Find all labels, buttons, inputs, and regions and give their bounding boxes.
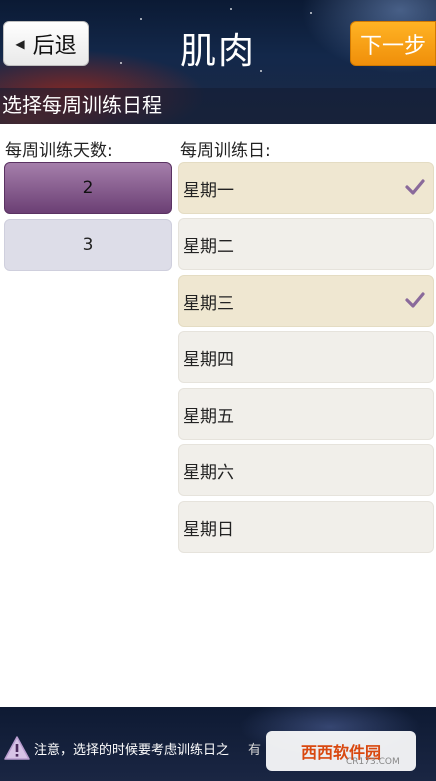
- watermark-logo: 西西软件园 CR173.COM: [266, 731, 416, 771]
- weekday-label: 星期六: [183, 462, 234, 483]
- weekday-label: 星期四: [183, 349, 234, 370]
- days-count-header: 每周训练天数:: [5, 141, 113, 161]
- notice-bar: 注意，选择的时候要考虑训练日之 有 西西软件园 CR173.COM: [0, 707, 436, 781]
- weekday-item-saturday[interactable]: 星期六: [178, 444, 434, 496]
- weekday-item-friday[interactable]: 星期五: [178, 388, 434, 440]
- weekday-item-wednesday[interactable]: 星期三: [178, 275, 434, 327]
- check-icon: [405, 179, 425, 195]
- weekday-item-thursday[interactable]: 星期四: [178, 331, 434, 383]
- weekday-label: 星期日: [183, 519, 234, 540]
- star-decoration: [230, 8, 232, 10]
- weekdays-header: 每周训练日:: [180, 141, 271, 161]
- weekday-item-sunday[interactable]: 星期日: [178, 501, 434, 553]
- notice-extra-text: 有: [248, 743, 262, 758]
- weekday-item-monday[interactable]: 星期一: [178, 162, 434, 214]
- weekday-label: 星期一: [183, 180, 234, 201]
- header-bar: ◀ 后退 肌肉 下一步 选择每周训练日程: [0, 0, 436, 124]
- weekday-item-tuesday[interactable]: 星期二: [178, 218, 434, 270]
- warning-icon: [4, 736, 30, 760]
- days-count-option-3[interactable]: 3: [4, 219, 172, 271]
- days-count-option-2[interactable]: 2: [4, 162, 172, 214]
- notice-text: 注意，选择的时候要考虑训练日之: [34, 743, 230, 758]
- weekday-label: 星期三: [183, 293, 234, 314]
- page-subtitle: 选择每周训练日程: [0, 88, 436, 124]
- next-button[interactable]: 下一步: [350, 21, 436, 66]
- weekday-label: 星期五: [183, 406, 234, 427]
- star-decoration: [310, 12, 312, 14]
- check-icon: [405, 292, 425, 308]
- watermark-subtext: CR173.COM: [346, 757, 400, 767]
- star-decoration: [140, 18, 142, 20]
- weekday-label: 星期二: [183, 236, 234, 257]
